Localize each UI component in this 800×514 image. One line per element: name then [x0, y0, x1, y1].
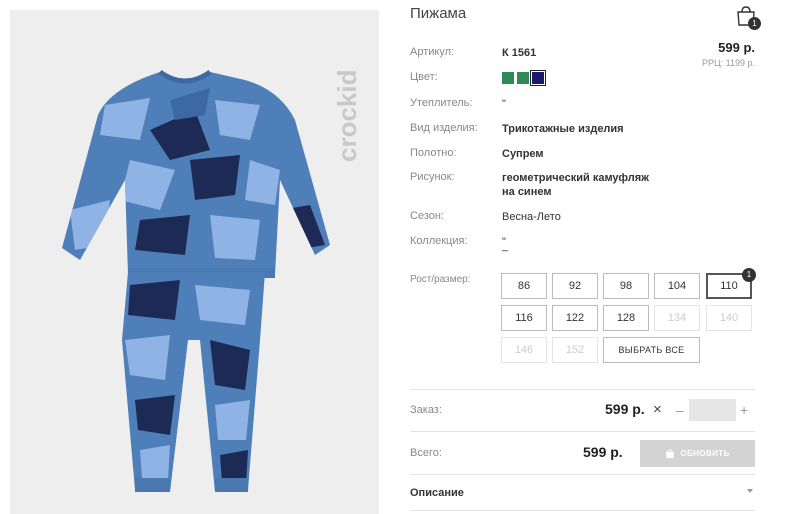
- size-128[interactable]: 128: [603, 305, 649, 331]
- size-count-badge: 1: [742, 268, 756, 282]
- cart-button[interactable]: 1: [735, 5, 761, 30]
- color-swatch-green[interactable]: [502, 72, 514, 84]
- size-134: 134: [654, 305, 700, 331]
- total-price: 599 р.: [583, 444, 623, 460]
- attr-label: Полотно:: [410, 147, 457, 159]
- size-110[interactable]: 110 1: [706, 268, 756, 299]
- size-140: 140: [706, 305, 752, 331]
- attr-label: Артикул:: [410, 46, 455, 58]
- order-label: Заказ:: [410, 404, 442, 416]
- description-toggle[interactable]: Описание: [410, 487, 464, 499]
- shopping-bag-icon: [666, 448, 675, 458]
- size-146: 146: [501, 337, 547, 363]
- size-152: 152: [552, 337, 598, 363]
- attr-value: геометрический камуфляж: [502, 172, 649, 184]
- divider: [410, 510, 755, 511]
- update-button[interactable]: ОБНОВИТЬ: [640, 440, 755, 467]
- size-122[interactable]: 122: [552, 305, 598, 331]
- decrease-quantity-button[interactable]: –: [676, 402, 684, 418]
- size-110-label: 110: [720, 280, 738, 292]
- attr-label: Рисунок:: [410, 171, 455, 183]
- total-label: Всего:: [410, 447, 442, 459]
- pajama-photo: [62, 69, 330, 492]
- size-86[interactable]: 86: [501, 273, 547, 299]
- price-current: 599 р.: [718, 40, 755, 55]
- quantity-input[interactable]: [689, 399, 736, 421]
- color-swatches: [502, 70, 546, 86]
- update-button-label: ОБНОВИТЬ: [680, 449, 730, 458]
- svg-text:crockid: crockid: [332, 70, 362, 163]
- attr-label: Коллекция:: [410, 235, 468, 247]
- size-label: Рост/размер:: [410, 274, 471, 285]
- select-all-sizes-button[interactable]: ВЫБРАТЬ ВСЕ: [603, 337, 700, 363]
- attr-label: Цвет:: [410, 71, 438, 83]
- attr-value-line2: на синем: [502, 186, 552, 198]
- size-104[interactable]: 104: [654, 273, 700, 299]
- product-title: Пижама: [410, 5, 467, 22]
- size-116[interactable]: 116: [501, 305, 547, 331]
- remove-order-icon[interactable]: ×: [653, 401, 662, 418]
- divider: [410, 474, 755, 475]
- size-92[interactable]: 92: [552, 273, 598, 299]
- color-swatch-green[interactable]: [517, 72, 529, 84]
- divider: [410, 431, 755, 432]
- price-rrp: РРЦ: 1199 р.: [701, 58, 755, 68]
- attr-value: К 1561: [502, 47, 537, 59]
- cart-count-badge: 1: [748, 17, 761, 30]
- size-98[interactable]: 98: [603, 273, 649, 299]
- brand-logo: crockid: [332, 70, 362, 163]
- divider: [410, 389, 755, 390]
- increase-quantity-button[interactable]: +: [740, 402, 748, 418]
- attr-value-line2: _: [502, 240, 509, 252]
- attr-value: Трикотажные изделия: [502, 123, 624, 135]
- chevron-down-icon[interactable]: [747, 489, 753, 493]
- order-price: 599 р.: [605, 401, 645, 417]
- attr-value: Весна-Лето: [502, 211, 561, 223]
- attr-label: Сезон:: [410, 210, 444, 222]
- attr-value: ": [502, 98, 506, 110]
- attr-label: Вид изделия:: [410, 122, 478, 134]
- attr-value: Супрем: [502, 148, 544, 160]
- product-image-panel[interactable]: crockid: [10, 10, 379, 514]
- color-swatch-navy[interactable]: [530, 70, 546, 86]
- product-info: Пижама 1 Артикул: К 1561 599 р. РРЦ: 119…: [410, 0, 761, 514]
- attr-label: Утеплитель:: [410, 97, 473, 109]
